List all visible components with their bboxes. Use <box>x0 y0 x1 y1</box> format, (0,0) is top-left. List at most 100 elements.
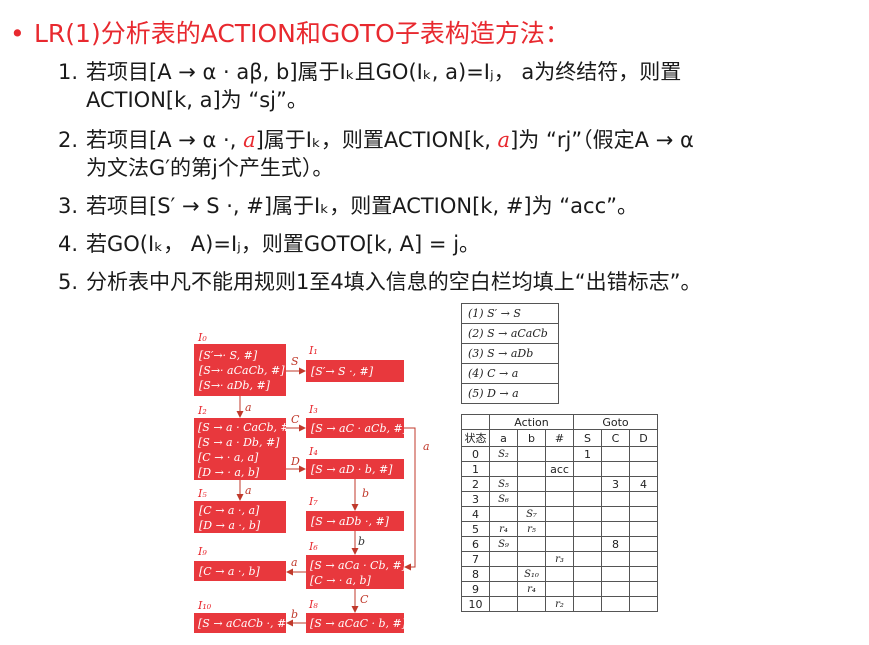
table-cell: 1 <box>573 446 602 462</box>
svg-text:[S → aCaCb ·, #]: [S → aCaCb ·, #] <box>198 617 291 630</box>
svg-text:[S→· aDb, #]: [S→· aDb, #] <box>199 379 271 392</box>
table-cell <box>629 521 658 537</box>
table-cell: r₄ <box>489 521 518 537</box>
table-cell: 2 <box>461 476 490 492</box>
svg-text:[S → aCaC · b, #]: [S → aCaC · b, #] <box>310 617 407 630</box>
table-cell <box>545 521 574 537</box>
table-row: 8 S₁₀ <box>461 566 658 582</box>
table-cell <box>489 551 518 567</box>
svg-text:S: S <box>291 355 299 368</box>
svg-text:[S′→ S ·, #]: [S′→ S ·, #] <box>311 365 374 378</box>
table-cell <box>517 536 546 552</box>
table-cell <box>601 551 630 567</box>
table-cell <box>545 581 574 597</box>
rule-2: 2. 若项目[A → α ·, a]属于Iₖ，则置ACTION[k, a]为 “r… <box>58 128 694 180</box>
svg-text:C: C <box>291 413 300 426</box>
table-cell <box>545 566 574 582</box>
table-cell <box>573 476 602 492</box>
production-5: (5) D → a <box>468 387 519 400</box>
svg-text:[D → · a, b]: [D → · a, b] <box>198 466 260 479</box>
table-row: 2 S₅ 3 4 <box>461 476 658 492</box>
table-cell: 5 <box>461 521 490 537</box>
svg-text:[S → aDb ·, #]: [S → aDb ·, #] <box>311 515 390 528</box>
svg-text:[S → a · Db, #]: [S → a · Db, #] <box>198 436 280 449</box>
production-3: (3) S → aDb <box>462 344 558 364</box>
production-2: (2) S → aCaCb <box>462 324 558 344</box>
state-i4: I₄ [S → aD · b, #] <box>306 445 404 479</box>
svg-text:b: b <box>358 535 365 548</box>
svg-text:[C → a ·, b]: [C → a ·, b] <box>199 565 261 578</box>
svg-text:[C → a ·, a]: [C → a ·, a] <box>199 504 260 517</box>
svg-text:[C → · a, b]: [C → · a, b] <box>310 574 372 587</box>
production-4: (4) C → a <box>462 364 558 384</box>
rule-4: 4. 若GO(Iₖ， A)=Iⱼ，则置GOTO[k, A] = j。 <box>58 232 481 256</box>
table-row: 6 S₉ 8 <box>461 536 658 552</box>
table-cell: 8 <box>601 536 630 552</box>
table-cell <box>573 536 602 552</box>
table-header: 状态 a b # S C D <box>461 429 658 447</box>
table-cell <box>545 536 574 552</box>
table-cell: S₆ <box>489 491 518 507</box>
rule-5: 5. 分析表中凡不能用规则1至4填入信息的空白栏均填上“出错标志”。 <box>58 270 702 294</box>
table-row: 7 r₃ <box>461 551 658 567</box>
table-cell <box>601 446 630 462</box>
table-cell <box>517 446 546 462</box>
table-group-header: Action Goto <box>461 414 658 430</box>
svg-text:I₇: I₇ <box>308 495 318 508</box>
table-cell: r₂ <box>545 596 574 612</box>
svg-text:[S → aD · b, #]: [S → aD · b, #] <box>311 463 393 476</box>
svg-text:I₃: I₃ <box>308 403 318 416</box>
table-row: 3 S₆ <box>461 491 658 507</box>
table-cell <box>573 551 602 567</box>
table-cell <box>601 581 630 597</box>
state-i5: I₅ [C → a ·, a] [D → a ·, b] <box>194 487 286 533</box>
table-row: 0 S₂ 1 <box>461 446 658 462</box>
page-title: • LR(1)分析表的ACTION和GOTO子表构造方法： <box>10 19 570 48</box>
svg-text:D: D <box>290 455 300 468</box>
table-cell: 3 <box>461 491 490 507</box>
table-cell <box>489 461 518 477</box>
table-cell <box>629 461 658 477</box>
table-cell <box>601 506 630 522</box>
table-cell: 9 <box>461 581 490 597</box>
svg-text:a: a <box>291 556 298 569</box>
bullet-icon: • <box>10 19 25 48</box>
svg-text:C: C <box>360 593 369 606</box>
table-cell: S₁₀ <box>517 566 546 582</box>
state-i7: I₇ [S → aDb ·, #] <box>306 495 404 531</box>
table-cell: S₉ <box>489 536 518 552</box>
svg-text:[S→· aCaCb, #]: [S→· aCaCb, #] <box>199 364 285 377</box>
state-i0: I₀ [S′→· S, #] [S→· aCaCb, #] [S→· aDb, … <box>194 331 286 396</box>
svg-text:a: a <box>423 440 430 453</box>
svg-text:b: b <box>362 487 369 500</box>
table-cell <box>573 491 602 507</box>
table-cell <box>573 566 602 582</box>
table-row: 5 r₄ r₅ <box>461 521 658 537</box>
table-cell <box>629 581 658 597</box>
table-cell <box>573 461 602 477</box>
table-row: 9 r₄ <box>461 581 658 597</box>
table-cell: 8 <box>461 566 490 582</box>
table-cell <box>629 491 658 507</box>
table-cell: 0 <box>461 446 490 462</box>
svg-text:[S → a · CaCb, #]: [S → a · CaCb, #] <box>198 421 295 434</box>
svg-text:a: a <box>245 484 252 497</box>
table-cell <box>573 596 602 612</box>
table-cell: 6 <box>461 536 490 552</box>
table-cell <box>517 551 546 567</box>
table-cell: S₂ <box>489 446 518 462</box>
rule-3: 3. 若项目[S′ → S ·, #]属于Iₖ，则置ACTION[k, #]为 “… <box>58 194 638 218</box>
table-cell: 1 <box>461 461 490 477</box>
table-cell: 4 <box>629 476 658 492</box>
table-cell: S₇ <box>517 506 546 522</box>
table-cell <box>545 491 574 507</box>
svg-text:I₈: I₈ <box>308 598 318 611</box>
table-cell <box>601 596 630 612</box>
table-cell <box>489 566 518 582</box>
svg-text:I₁: I₁ <box>308 344 318 357</box>
svg-text:b: b <box>291 608 298 621</box>
table-row: 1 acc <box>461 461 658 477</box>
state-i1: I₁ [S′→ S ·, #] <box>306 344 404 382</box>
svg-text:[S → aCa · Cb, #]: [S → aCa · Cb, #] <box>310 559 407 572</box>
state-i2: I₂ [S → a · CaCb, #] [S → a · Db, #] [C … <box>194 404 295 480</box>
